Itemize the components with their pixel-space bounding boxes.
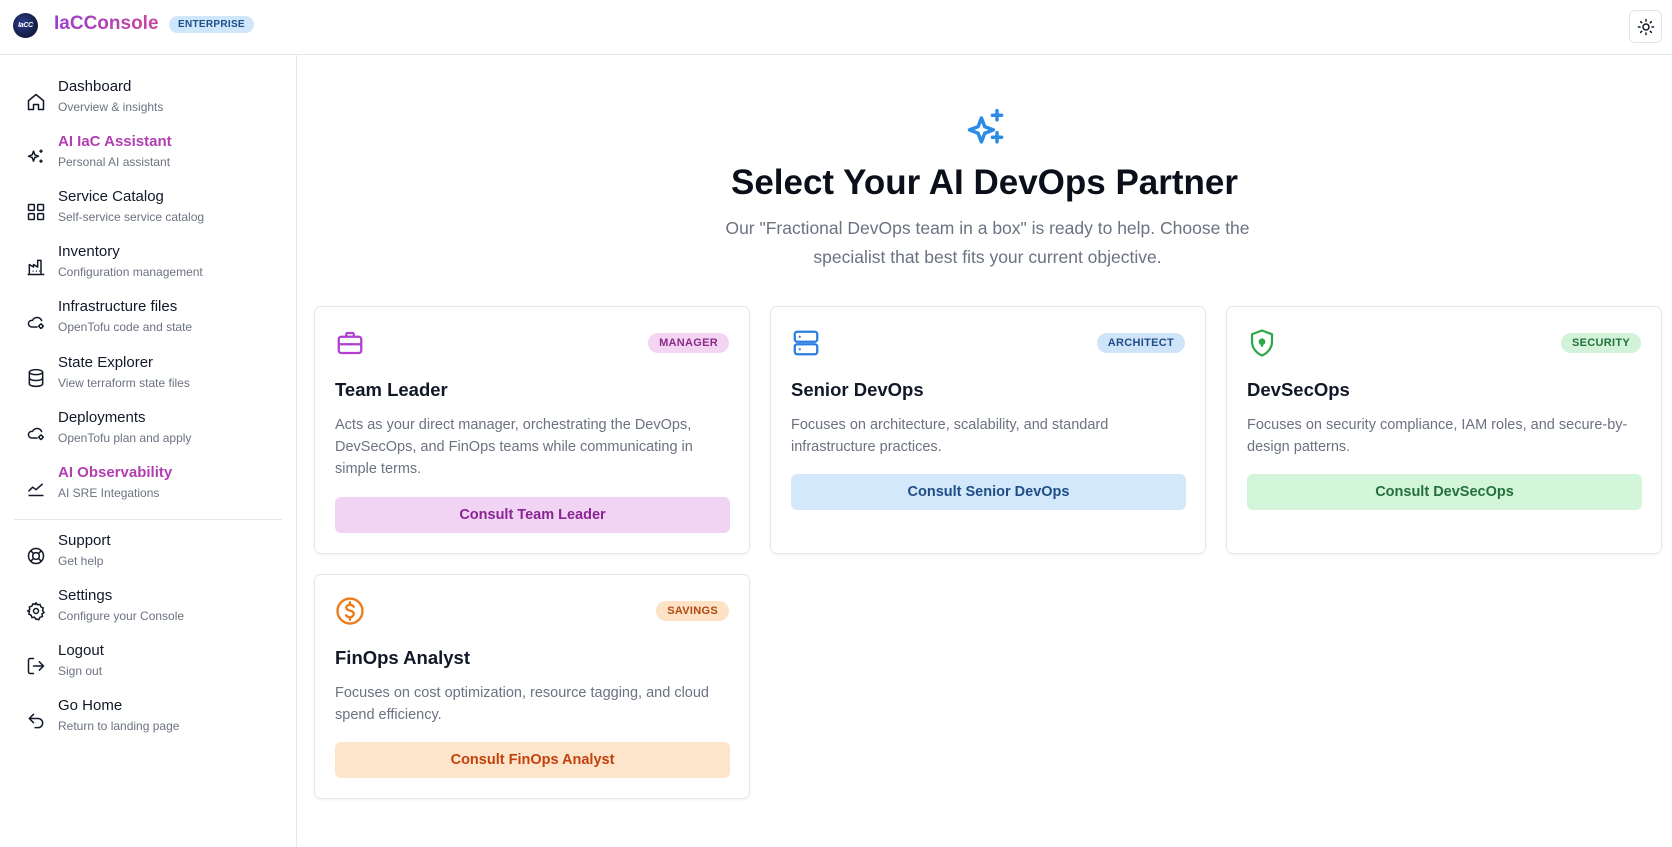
server-icon — [793, 330, 819, 356]
consult-devsecops-button[interactable]: Consult DevSecOps — [1247, 474, 1642, 510]
logout-icon — [27, 657, 45, 675]
sidebar-item-ai-iac-assistant[interactable]: AI IaC Assistant Personal AI assistant — [14, 130, 282, 182]
sidebar-item-service-catalog[interactable]: Service Catalog Self-service service cat… — [14, 185, 282, 237]
sidebar-item-deployments[interactable]: Deployments OpenTofu plan and apply — [14, 406, 282, 458]
logo-text: IaCC — [18, 22, 33, 29]
life-buoy-icon — [27, 547, 45, 565]
sidebar-item-title: Deployments — [58, 409, 146, 426]
card-title: Senior DevOps — [791, 379, 924, 400]
shield-lock-icon — [1250, 329, 1274, 357]
sidebar-item-title: Logout — [58, 642, 104, 659]
sidebar-item-title: Go Home — [58, 697, 123, 714]
brand-name[interactable]: IaCConsole — [54, 13, 159, 35]
partner-card-devsecops: SECURITY DevSecOps Focuses on security c… — [1226, 306, 1662, 554]
consult-finops-analyst-button[interactable]: Consult FinOps Analyst — [335, 742, 730, 778]
dollar-coin-icon — [336, 597, 364, 625]
sidebar-item-subtitle: OpenTofu code and state — [58, 320, 193, 334]
sidebar-divider — [14, 519, 282, 520]
role-badge: ARCHITECT — [1096, 333, 1185, 353]
sidebar-item-subtitle: Personal AI assistant — [58, 155, 171, 169]
sidebar-item-title: Support — [58, 532, 111, 549]
card-description: Focuses on security compliance, IAM role… — [1247, 417, 1628, 455]
partner-card-team-leader: MANAGER Team Leader Acts as your direct … — [314, 306, 750, 554]
sidebar-item-go-home[interactable]: Go Home Return to landing page — [14, 694, 282, 746]
sidebar: Dashboard Overview & insights AI IaC Ass… — [0, 55, 297, 847]
role-badge: MANAGER — [648, 333, 729, 353]
role-badge: SAVINGS — [656, 601, 729, 621]
sidebar-item-title: Dashboard — [58, 78, 132, 95]
card-title: FinOps Analyst — [335, 647, 471, 668]
sidebar-item-title: Infrastructure files — [58, 298, 178, 315]
sidebar-item-logout[interactable]: Logout Sign out — [14, 639, 282, 691]
sidebar-item-dashboard[interactable]: Dashboard Overview & insights — [14, 75, 282, 127]
sidebar-item-ai-observability[interactable]: AI Observability AI SRE Integations — [14, 461, 282, 513]
sidebar-item-title: Inventory — [58, 243, 120, 260]
database-icon — [28, 368, 44, 388]
sidebar-item-title: Service Catalog — [58, 188, 164, 205]
gear-icon — [26, 601, 45, 621]
factory-icon — [27, 259, 45, 276]
sidebar-item-subtitle: Get help — [58, 554, 104, 568]
sidebar-item-state-explorer[interactable]: State Explorer View terraform state file… — [14, 351, 282, 403]
app-logo[interactable]: IaCC — [13, 13, 38, 38]
sidebar-item-title: Settings — [58, 587, 113, 604]
sidebar-item-title: State Explorer — [58, 354, 154, 371]
sidebar-item-subtitle: Return to landing page — [58, 719, 180, 733]
partner-card-senior-devops: ARCHITECT Senior DevOps Focuses on archi… — [770, 306, 1206, 554]
page-title: Select Your AI DevOps Partner — [730, 163, 1239, 202]
card-title: DevSecOps — [1247, 379, 1350, 400]
sidebar-item-subtitle: Configure your Console — [58, 609, 185, 623]
sidebar-item-title: AI IaC Assistant — [58, 133, 172, 150]
sidebar-item-subtitle: Self-service service catalog — [58, 210, 205, 224]
top-header: IaCC IaCConsole ENTERPRISE — [0, 0, 1672, 55]
partner-card-finops-analyst: SAVINGS FinOps Analyst Focuses on cost o… — [314, 574, 750, 799]
briefcase-icon — [337, 331, 363, 355]
card-description: Acts as your direct manager, orchestrati… — [335, 417, 693, 477]
grid-icon — [27, 203, 45, 221]
sidebar-item-title: AI Observability — [58, 464, 173, 481]
sidebar-item-infrastructure-files[interactable]: Infrastructure files OpenTofu code and s… — [14, 295, 282, 347]
activity-chart-icon — [27, 483, 44, 497]
sidebar-item-subtitle: Configuration management — [58, 265, 203, 279]
sparkles-icon — [967, 108, 1004, 144]
role-badge: SECURITY — [1560, 333, 1641, 353]
sidebar-item-subtitle: OpenTofu plan and apply — [58, 431, 192, 445]
card-description: Focuses on architecture, scalability, an… — [791, 417, 1109, 455]
card-description: Focuses on cost optimization, resource t… — [335, 685, 709, 723]
sidebar-item-subtitle: Sign out — [58, 664, 103, 678]
sidebar-item-support[interactable]: Support Get help — [14, 529, 282, 581]
sidebar-item-subtitle: AI SRE Integations — [58, 486, 160, 500]
sidebar-item-settings[interactable]: Settings Configure your Console — [14, 584, 282, 636]
edition-badge: ENTERPRISE — [169, 16, 254, 33]
sun-icon — [1637, 18, 1654, 35]
page-description: Our "Fractional DevOps team in a box" is… — [725, 218, 1250, 267]
home-icon — [27, 93, 45, 111]
cloud-cog-icon — [27, 316, 44, 330]
sidebar-item-subtitle: View terraform state files — [58, 376, 190, 390]
undo-icon — [28, 713, 44, 729]
sparkles-icon — [27, 149, 43, 163]
consult-team-leader-button[interactable]: Consult Team Leader — [335, 497, 730, 533]
sidebar-item-subtitle: Overview & insights — [58, 100, 164, 114]
sidebar-item-inventory[interactable]: Inventory Configuration management — [14, 240, 282, 292]
card-title: Team Leader — [335, 379, 448, 400]
consult-senior-devops-button[interactable]: Consult Senior DevOps — [791, 474, 1186, 510]
theme-toggle-button[interactable] — [1629, 10, 1662, 43]
cloud-gear-icon — [27, 427, 44, 441]
